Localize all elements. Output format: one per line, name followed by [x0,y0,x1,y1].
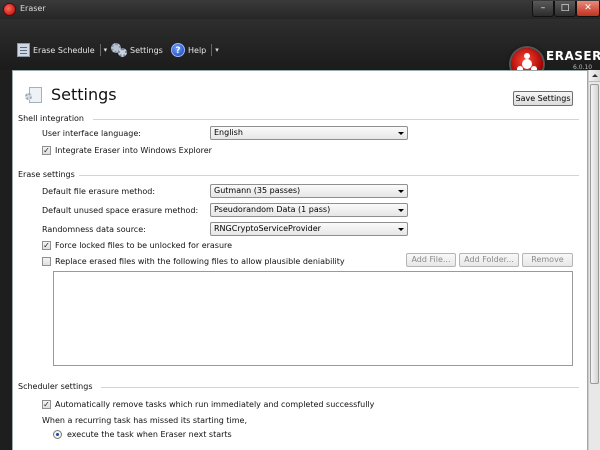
chevron-down-icon [398,190,404,193]
unused-method-value: Pseudorandom Data (1 pass) [214,205,331,214]
section-scheduler-settings: Scheduler settings [18,382,93,391]
section-divider [79,175,579,176]
chevron-down-icon [398,209,404,212]
randomness-value: RNGCryptoServiceProvider [214,224,321,233]
language-value: English [214,128,243,137]
unused-method-select[interactable]: Pseudorandom Data (1 pass) [210,203,408,217]
chevron-down-icon[interactable]: ▾ [104,46,108,54]
remove-button[interactable]: Remove [522,253,573,267]
settings-button[interactable]: Settings [111,43,163,57]
add-file-button[interactable]: Add File... [406,253,456,267]
scrollbar-thumb[interactable] [590,84,599,384]
file-method-label: Default file erasure method: [42,187,156,196]
minimize-button[interactable]: – [532,1,554,17]
section-erase-settings: Erase settings [18,170,75,179]
chevron-down-icon[interactable]: ▾ [215,46,219,54]
help-button[interactable]: ? Help ▾ [171,43,219,57]
unused-method-label: Default unused space erasure method: [42,206,199,215]
language-label: User interface language: [42,129,141,138]
integrate-explorer-label: Integrate Eraser into Windows Explorer [55,146,212,155]
randomness-select[interactable]: RNGCryptoServiceProvider [210,222,408,236]
close-button[interactable]: ✕ [576,1,600,17]
chevron-down-icon [398,228,404,231]
auto-remove-tasks-checkbox[interactable]: ✓ [42,400,51,409]
settings-label: Settings [130,45,163,55]
section-divider [93,119,579,120]
toolbar-separator [99,44,101,56]
language-select[interactable]: English [210,126,408,140]
window-title: Eraser [20,4,46,13]
save-settings-button[interactable]: Save Settings [513,91,573,106]
auto-remove-tasks-label: Automatically remove tasks which run imm… [55,400,375,409]
toolbar: Erase Schedule ▾ Settings ? Help ▾ ERASE… [0,19,600,80]
maximize-button[interactable]: □ [554,1,576,17]
file-method-select[interactable]: Gutmann (35 passes) [210,184,408,198]
help-label: Help [188,45,207,55]
logo-name: ERASER [546,49,600,63]
section-divider [101,387,579,388]
title-bar: Eraser – □ ✕ [0,0,600,19]
execute-next-start-radio[interactable] [53,430,62,439]
deniability-files-list[interactable] [53,271,573,366]
toolbar-separator [211,44,213,56]
randomness-label: Randomness data source: [42,225,146,234]
execute-next-start-label: execute the task when Eraser next starts [67,430,232,439]
force-unlock-checkbox[interactable]: ✓ [42,241,51,250]
erase-schedule-label: Erase Schedule [33,45,95,55]
chevron-down-icon [398,132,404,135]
plausible-deniability-checkbox[interactable] [42,257,51,266]
section-shell-integration: Shell integration [18,114,85,123]
settings-panel: Settings Save Settings Shell integration… [12,70,588,450]
scroll-up-button[interactable] [589,70,600,82]
add-folder-button[interactable]: Add Folder... [459,253,519,267]
help-icon: ? [171,43,185,57]
integrate-explorer-checkbox[interactable]: ✓ [42,146,51,155]
gears-icon [111,43,127,57]
vertical-scrollbar[interactable] [588,70,600,450]
page-title: Settings [51,85,117,104]
missed-task-label: When a recurring task has missed its sta… [42,416,248,425]
file-method-value: Gutmann (35 passes) [214,186,301,195]
eraser-app-icon[interactable] [4,4,15,15]
settings-page-icon [25,87,42,103]
erase-schedule-button[interactable]: Erase Schedule ▾ [17,43,107,57]
force-unlock-label: Force locked files to be unlocked for er… [55,241,233,250]
schedule-icon [17,43,30,57]
plausible-deniability-label: Replace erased files with the following … [55,257,345,266]
